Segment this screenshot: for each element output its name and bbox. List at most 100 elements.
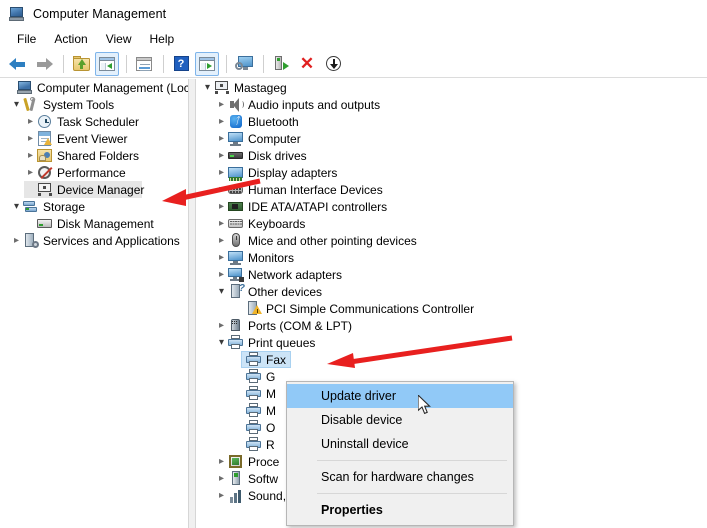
tree-item-disk-drives[interactable]: ▸ Disk drives [197, 147, 707, 164]
context-menu-item-uninstall-device[interactable]: Uninstall device [287, 432, 513, 456]
mouse-cursor [418, 395, 431, 415]
chevron-right-icon[interactable]: ▸ [24, 130, 37, 147]
chevron-right-icon[interactable]: ▸ [24, 147, 37, 164]
chevron-right-icon[interactable]: ▸ [215, 470, 228, 487]
tree-item-label: Disk drives [248, 148, 307, 163]
scan-for-hardware-changes-button[interactable] [321, 52, 345, 76]
forward-button[interactable] [32, 52, 56, 76]
chevron-right-icon[interactable]: ▸ [215, 198, 228, 215]
tree-item-event-viewer[interactable]: ▸ Event Viewer [0, 130, 188, 147]
uninstall-device-button[interactable]: ✕ [295, 52, 319, 76]
chevron-right-icon[interactable]: ▸ [215, 487, 228, 504]
ide-controller-icon [228, 199, 244, 215]
tree-item-label: Computer [248, 131, 301, 146]
computer-management-icon [17, 80, 33, 96]
chevron-right-icon[interactable]: ▸ [215, 130, 228, 147]
context-menu-item-update-driver[interactable]: Update driver [287, 384, 513, 408]
tree-item-storage[interactable]: ▾ Storage [0, 198, 188, 215]
properties-button[interactable] [132, 52, 156, 76]
show-hide-action-pane-button[interactable] [195, 51, 219, 76]
chevron-down-icon[interactable]: ▾ [215, 283, 228, 300]
help-button[interactable]: ? [169, 52, 193, 76]
chevron-right-icon[interactable]: ▸ [215, 147, 228, 164]
tree-item-computer-management[interactable]: Computer Management (Local [0, 79, 188, 96]
tree-item-computer[interactable]: ▸ Computer [197, 130, 707, 147]
chevron-right-icon[interactable]: ▸ [24, 164, 37, 181]
update-driver-button[interactable] [269, 52, 293, 76]
tree-item-keyboards[interactable]: ▸ Keyboards [197, 215, 707, 232]
tree-item-label: Bluetooth [248, 114, 299, 129]
chevron-down-icon[interactable]: ▾ [10, 96, 23, 113]
tree-item-system-tools[interactable]: ▾ System Tools [0, 96, 188, 113]
chevron-right-icon[interactable]: ▸ [215, 181, 228, 198]
chevron-down-icon[interactable]: ▾ [201, 79, 214, 96]
tree-item-shared-folders[interactable]: ▸ Shared Folders [0, 147, 188, 164]
context-menu-item-scan-for-hardware-changes[interactable]: Scan for hardware changes [287, 465, 513, 489]
task-scheduler-icon [37, 114, 53, 130]
tree-item-label: Display adapters [248, 165, 338, 180]
tree-item-network-adapters[interactable]: ▸ Network adapters [197, 266, 707, 283]
menu-action[interactable]: Action [45, 30, 96, 48]
tree-item-ide-ata-atapi-controllers[interactable]: ▸ IDE ATA/ATAPI controllers [197, 198, 707, 215]
connect-to-another-computer-button[interactable] [232, 52, 256, 76]
tree-item-disk-management[interactable]: Disk Management [0, 215, 188, 232]
tree-item-mice-and-other-pointing-devices[interactable]: ▸ Mice and other pointing devices [197, 232, 707, 249]
tree-item-bluetooth[interactable]: ▸ ᛏ Bluetooth [197, 113, 707, 130]
chevron-right-icon[interactable]: ▸ [215, 249, 228, 266]
red-x-icon: ✕ [299, 54, 315, 73]
chevron-right-icon[interactable]: ▸ [215, 266, 228, 283]
tree-item-fax[interactable]: Fax [197, 351, 707, 368]
tree-item-mastageg[interactable]: ▾ Mastageg [197, 79, 707, 96]
tree-item-services-and-applications[interactable]: ▸ Services and Applications [0, 232, 188, 249]
chevron-down-icon[interactable]: ▾ [10, 198, 23, 215]
chevron-right-icon[interactable]: ▸ [215, 113, 228, 130]
tree-item-label: R [266, 437, 275, 452]
tree-item-human-interface-devices[interactable]: ▸ Human Interface Devices [197, 181, 707, 198]
chevron-down-icon[interactable]: ▾ [215, 334, 228, 351]
chevron-right-icon[interactable]: ▸ [215, 215, 228, 232]
toolbar-separator [263, 54, 264, 73]
disk-drive-icon [228, 148, 244, 164]
context-menu-item-disable-device[interactable]: Disable device [287, 408, 513, 432]
tree-item-audio-inputs-and-outputs[interactable]: ▸ Audio inputs and outputs [197, 96, 707, 113]
toolbar-separator [126, 54, 127, 73]
tree-item-label: System Tools [43, 97, 115, 112]
pane-splitter[interactable] [188, 79, 196, 528]
tree-item-print-queues[interactable]: ▾ Print queues [197, 334, 707, 351]
chevron-right-icon[interactable]: ▸ [215, 453, 228, 470]
tree-item-task-scheduler[interactable]: ▸ Task Scheduler [0, 113, 188, 130]
tree-item-label: M [266, 386, 276, 401]
console-tree-pane[interactable]: Computer Management (Local ▾ System Tool… [0, 79, 188, 528]
menu-help[interactable]: Help [141, 30, 184, 48]
menu-file[interactable]: File [8, 30, 45, 48]
context-menu-item-properties[interactable]: Properties [287, 498, 513, 522]
computer-management-window: Computer Management File Action View Hel… [0, 0, 707, 528]
chevron-right-icon[interactable]: ▸ [215, 232, 228, 249]
computer-icon [228, 131, 244, 147]
device-context-menu[interactable]: Update driver Disable device Uninstall d… [286, 381, 514, 526]
pci-device-warning-icon [246, 300, 262, 317]
chevron-right-icon[interactable]: ▸ [24, 113, 37, 130]
tree-item-device-manager[interactable]: Device Manager [0, 181, 188, 198]
tree-item-display-adapters[interactable]: ▸ Display adapters [197, 164, 707, 181]
printer-icon [246, 368, 262, 385]
tree-item-other-devices[interactable]: ▾ ? Other devices [197, 283, 707, 300]
window-title: Computer Management [33, 7, 167, 21]
menu-view[interactable]: View [97, 30, 141, 48]
up-one-level-button[interactable] [69, 52, 93, 76]
chevron-right-icon[interactable]: ▸ [215, 96, 228, 113]
console-tree-icon [99, 56, 115, 71]
tree-item-ports-com-and-lpt[interactable]: ▸ Ports (COM & LPT) [197, 317, 707, 334]
tree-item-performance[interactable]: ▸ Performance [0, 164, 188, 181]
show-hide-console-tree-button[interactable] [95, 51, 119, 76]
mouse-icon [228, 232, 244, 249]
tree-item-monitors[interactable]: ▸ Monitors [197, 249, 707, 266]
toolbar-separator [226, 54, 227, 73]
chevron-right-icon[interactable]: ▸ [215, 317, 228, 334]
tree-item-label: Task Scheduler [57, 114, 140, 129]
tree-item-label: Computer Management (Local [37, 80, 188, 95]
tree-item-pci-simple-communications-controller[interactable]: PCI Simple Communications Controller [197, 300, 707, 317]
chevron-right-icon[interactable]: ▸ [215, 164, 228, 181]
chevron-right-icon[interactable]: ▸ [10, 232, 23, 249]
back-button[interactable] [6, 52, 30, 76]
